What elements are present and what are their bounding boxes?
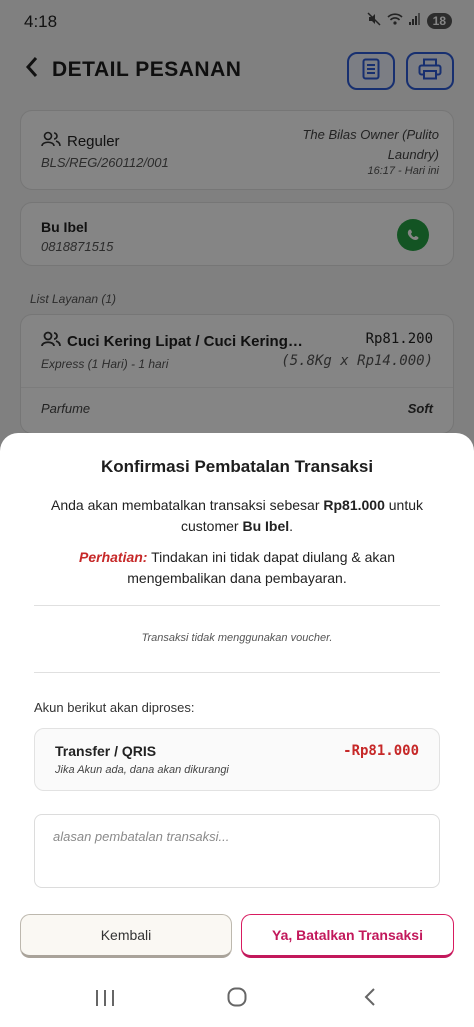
divider <box>34 605 440 606</box>
warning-message: Perhatian: Tindakan ini tidak dapat diul… <box>40 547 434 589</box>
warning-label: Perhatian: <box>79 549 148 565</box>
back-nav-icon[interactable] <box>362 987 378 1007</box>
divider <box>34 672 440 673</box>
message-customer: Bu Ibel <box>242 518 290 534</box>
warning-text: Tindakan ini tidak dapat diulang & akan … <box>127 549 395 586</box>
account-amount: -Rp81.000 <box>343 743 419 759</box>
account-card: Transfer / QRIS Jika Akun ada, dana akan… <box>34 728 440 791</box>
system-nav-bar <box>0 981 474 1027</box>
cancel-transaction-sheet: Konfirmasi Pembatalan Transaksi Anda aka… <box>0 433 474 1027</box>
recent-apps-icon[interactable] <box>94 989 116 1007</box>
sheet-title: Konfirmasi Pembatalan Transaksi <box>100 457 374 476</box>
accounts-label: Akun berikut akan diproses: <box>34 700 195 715</box>
confirm-cancel-button[interactable]: Ya, Batalkan Transaksi <box>241 914 454 958</box>
message-amount: Rp81.000 <box>323 497 385 513</box>
message-prefix: Anda akan membatalkan transaksi sebesar <box>51 497 324 513</box>
account-name: Transfer / QRIS <box>55 743 157 759</box>
cancel-message: Anda akan membatalkan transaksi sebesar … <box>40 495 434 537</box>
account-note: Jika Akun ada, dana akan dikurangi <box>55 764 229 776</box>
home-icon[interactable] <box>227 987 247 1007</box>
back-button[interactable]: Kembali <box>20 914 232 958</box>
voucher-note: Transaksi tidak menggunakan voucher. <box>141 632 333 644</box>
cancel-reason-input[interactable] <box>34 814 440 888</box>
message-suffix: . <box>289 518 294 534</box>
